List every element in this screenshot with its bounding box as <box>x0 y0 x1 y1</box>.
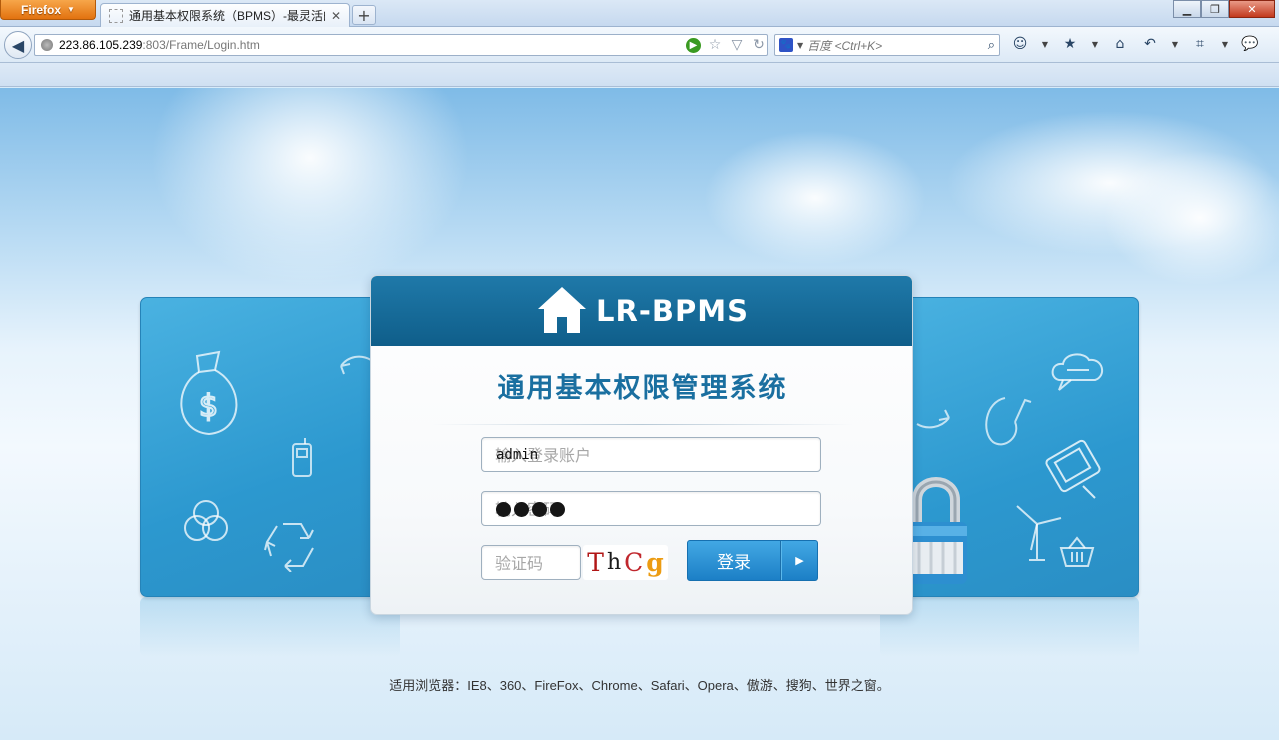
password-dot <box>532 502 547 517</box>
reload-icon[interactable]: ↻ <box>751 37 767 53</box>
chevron-down-icon[interactable]: ▼ <box>797 41 803 50</box>
captcha-char: C <box>624 548 644 577</box>
hook-icon <box>975 392 1035 452</box>
left-decorative-panel: $ <box>140 297 400 597</box>
page-title: 通用基本权限管理系统 <box>497 373 788 404</box>
url-bar[interactable]: 223.86.105.239:803/Frame/Login.htm ▶ ☆ ▽… <box>34 34 768 56</box>
page-favicon-icon <box>109 8 123 23</box>
url-host: 223.86.105.239 <box>59 38 143 52</box>
account-value: admin <box>496 447 539 463</box>
login-button[interactable]: 登录 ▶ <box>687 540 818 581</box>
chevron-down-icon[interactable]: ▼ <box>1090 34 1100 54</box>
addon-smiley-icon[interactable]: ☺ <box>1010 34 1030 54</box>
back-arrow-icon: ◀ <box>11 35 25 55</box>
left-panel-reflection <box>140 597 400 657</box>
speech-cloud-icon <box>1049 350 1109 394</box>
minimize-window-button[interactable]: ▁ <box>1173 0 1201 18</box>
firefox-menu-button[interactable]: Firefox ▼ <box>0 0 96 20</box>
maximize-window-button[interactable]: ❐ <box>1201 0 1229 18</box>
password-dot <box>496 502 511 517</box>
bookmarks-menu-icon[interactable]: ★ <box>1060 34 1080 54</box>
chevron-down-icon: ▼ <box>67 5 75 14</box>
login-card: LR-BPMS 通用基本权限管理系统 输入登录账户 admin 输入密码 验证码… <box>370 275 913 615</box>
chat-bubble-icon[interactable]: 💬 <box>1240 34 1260 54</box>
history-dropdown-icon[interactable]: ▽ <box>729 37 745 53</box>
title-divider <box>431 424 854 425</box>
chevron-down-icon[interactable]: ▼ <box>1170 34 1180 54</box>
firefox-menu-label: Firefox <box>21 2 62 17</box>
cloud-decoration <box>700 128 930 268</box>
supported-browsers-note: 适用浏览器：IE8、360、FireFox、Chrome、Safari、Oper… <box>389 678 890 693</box>
padlock-icon <box>905 466 985 586</box>
recycle-icon <box>263 516 321 572</box>
navigation-toolbar: ◀ 223.86.105.239:803/Frame/Login.htm ▶ ☆… <box>0 27 1279 63</box>
circles-logo-icon <box>181 498 231 544</box>
login-button-label: 登录 <box>688 541 781 580</box>
play-arrow-icon: ▶ <box>781 541 817 580</box>
window-controls: ▁ ❐ ✕ <box>1173 0 1275 18</box>
password-dot <box>514 502 529 517</box>
password-dot <box>550 502 565 517</box>
money-bag-icon: $ <box>169 346 249 441</box>
browser-tab[interactable]: 通用基本权限系统（BPMS）-最灵活的... ✕ <box>100 3 350 27</box>
search-bar[interactable]: 🐾 ▼ 百度 <Ctrl+K> ⌕ <box>774 34 1000 56</box>
account-input[interactable]: 输入登录账户 admin <box>481 437 821 472</box>
login-card-header: LR-BPMS <box>371 276 912 346</box>
cloud-decoration <box>1100 148 1279 288</box>
undo-icon[interactable]: ↶ <box>1140 34 1160 54</box>
captcha-char: g <box>646 548 664 577</box>
captcha-input[interactable]: 验证码 <box>481 545 581 580</box>
captcha-char: h <box>606 550 622 575</box>
back-button[interactable]: ◀ <box>4 31 32 59</box>
password-mask <box>496 502 565 517</box>
close-window-button[interactable]: ✕ <box>1229 0 1275 18</box>
site-identity-icon[interactable] <box>41 39 53 51</box>
bookmarks-toolbar <box>0 63 1279 87</box>
logo-text: LR-BPMS <box>596 294 749 328</box>
captcha-char: T <box>587 548 604 577</box>
login-page: $ LR-BPMS 通用基本权限管理系统 输入登录账户 admin 验证码 T … <box>0 88 1279 740</box>
close-tab-icon[interactable]: ✕ <box>331 9 341 23</box>
tab-title: 通用基本权限系统（BPMS）-最灵活的... <box>129 9 325 23</box>
mobile-phone-icon <box>289 438 317 480</box>
password-input[interactable]: 输入密码 <box>481 491 821 526</box>
home-icon[interactable]: ⌂ <box>1110 34 1130 54</box>
search-input[interactable]: 百度 <Ctrl+K> <box>807 37 984 54</box>
captcha-image[interactable]: T h C g <box>583 545 668 580</box>
url-path: :803/Frame/Login.htm <box>142 38 260 52</box>
sky-glow <box>150 88 470 288</box>
plus-icon: + <box>357 5 371 25</box>
crop-icon[interactable]: ⌗ <box>1190 34 1210 54</box>
shopping-basket-icon <box>1057 534 1097 570</box>
right-panel-reflection <box>880 597 1139 657</box>
url-text[interactable]: 223.86.105.239:803/Frame/Login.htm <box>59 38 680 52</box>
chevron-down-icon[interactable]: ▼ <box>1040 34 1050 54</box>
svg-text:$: $ <box>199 389 218 424</box>
bookmark-star-icon[interactable]: ☆ <box>707 37 723 53</box>
chevron-down-icon[interactable]: ▼ <box>1220 34 1230 54</box>
arrow-icon <box>913 404 953 434</box>
browser-tab-bar: Firefox ▼ 通用基本权限系统（BPMS）-最灵活的... ✕ + ▁ ❐… <box>0 0 1279 27</box>
house-logo-icon <box>536 285 588 338</box>
new-tab-button[interactable]: + <box>352 5 376 25</box>
search-icon[interactable]: ⌕ <box>988 38 995 53</box>
search-engine-icon[interactable]: 🐾 <box>779 38 793 52</box>
go-icon[interactable]: ▶ <box>686 37 701 53</box>
toolbar-icons: ☺ ▼ ★ ▼ ⌂ ↶ ▼ ⌗ ▼ 💬 <box>1010 34 1260 54</box>
captcha-placeholder: 验证码 <box>495 554 544 573</box>
